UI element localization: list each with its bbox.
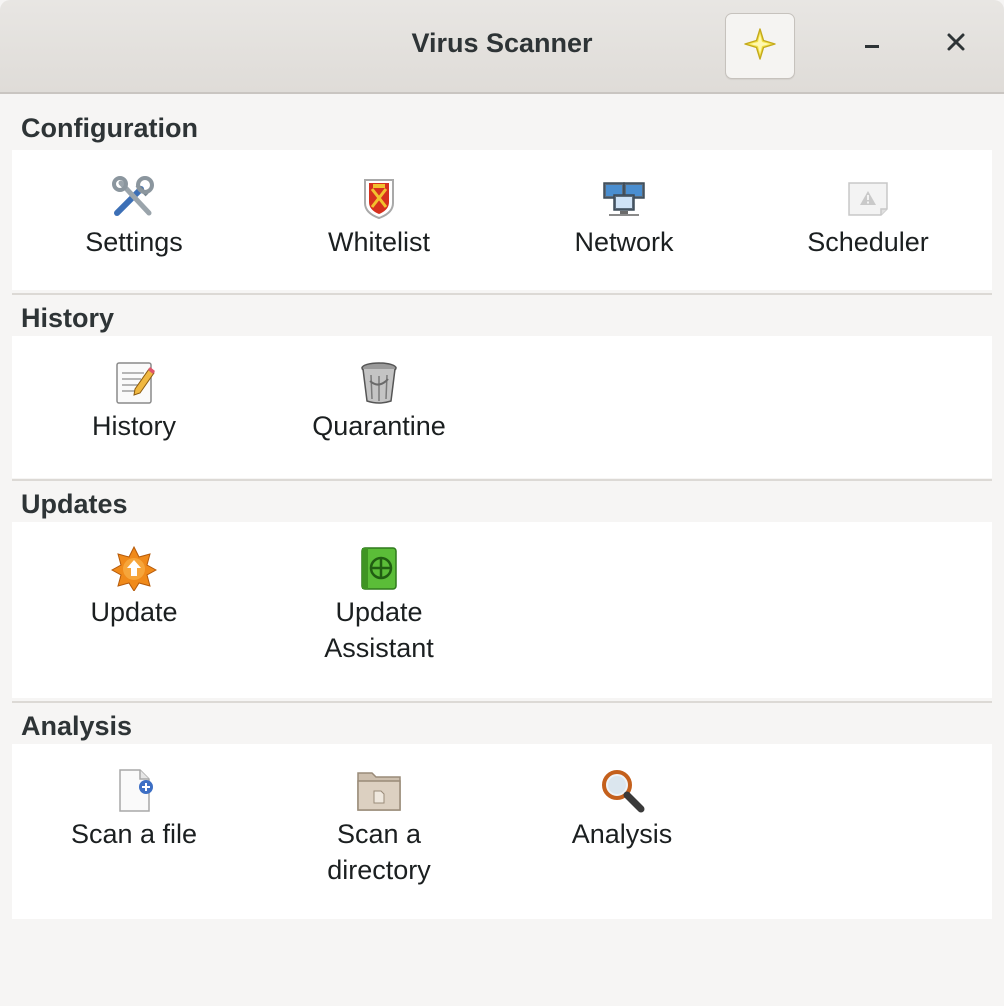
- trash-can-icon: [355, 358, 403, 406]
- titlebar: Virus Scanner: [0, 0, 1004, 94]
- section-title-analysis: Analysis: [21, 711, 133, 741]
- scan-a-directory-label: Scan a directory: [327, 819, 431, 885]
- section-title-updates: Updates: [21, 489, 128, 519]
- settings-label: Settings: [85, 227, 183, 257]
- document-edit-icon: [110, 358, 158, 406]
- section-divider: [12, 701, 992, 703]
- magnifier-icon: [598, 766, 646, 814]
- scheduler-item[interactable]: Scheduler: [758, 174, 978, 260]
- update-label: Update: [90, 597, 178, 627]
- scheduler-warning-icon: [844, 174, 892, 222]
- settings-item[interactable]: Settings: [24, 174, 244, 260]
- update-assistant-label: Update Assistant: [324, 597, 434, 663]
- tools-icon: [110, 174, 158, 222]
- analysis-label: Analysis: [571, 819, 673, 849]
- network-item[interactable]: Network: [514, 174, 734, 260]
- update-item[interactable]: Update: [24, 544, 244, 630]
- section-divider: [12, 479, 992, 481]
- quarantine-item[interactable]: Quarantine: [269, 358, 489, 444]
- shield-icon: [355, 174, 403, 222]
- history-label: History: [91, 411, 176, 441]
- section-divider: [12, 293, 992, 295]
- analysis-panel: Scan a file Scan a directory Analysis: [12, 744, 992, 919]
- configuration-panel: Settings Whitelist Network Scheduler: [12, 150, 992, 290]
- close-button[interactable]: [934, 22, 978, 66]
- section-title-history: History: [21, 303, 115, 333]
- quarantine-label: Quarantine: [312, 411, 446, 441]
- history-panel: History Quarantine: [12, 336, 992, 478]
- green-book-icon: [355, 544, 403, 592]
- section-title-configuration: Configuration: [21, 113, 198, 143]
- updates-panel: Update Update Assistant: [12, 522, 992, 698]
- folder-icon: [355, 766, 403, 814]
- file-add-icon: [110, 766, 158, 814]
- minimize-button[interactable]: [850, 22, 894, 66]
- analysis-item[interactable]: Analysis: [512, 766, 732, 852]
- scan-a-file-label: Scan a file: [70, 819, 198, 849]
- network-icon: [600, 174, 648, 222]
- whitelist-item[interactable]: Whitelist: [269, 174, 489, 260]
- update-assistant-item[interactable]: Update Assistant: [269, 544, 489, 666]
- scan-a-file-item[interactable]: Scan a file: [24, 766, 244, 852]
- whitelist-label: Whitelist: [327, 227, 430, 257]
- star-icon: [743, 27, 777, 66]
- scan-a-directory-item[interactable]: Scan a directory: [269, 766, 489, 888]
- star-button[interactable]: [725, 13, 795, 79]
- close-icon: [946, 32, 966, 57]
- history-item[interactable]: History: [24, 358, 244, 444]
- scheduler-label: Scheduler: [807, 227, 929, 257]
- minimize-icon: [862, 32, 882, 57]
- update-star-icon: [110, 544, 158, 592]
- network-label: Network: [574, 227, 674, 257]
- virus-scanner-window: Virus Scanner Configuration Settings Whi…: [0, 0, 1004, 1006]
